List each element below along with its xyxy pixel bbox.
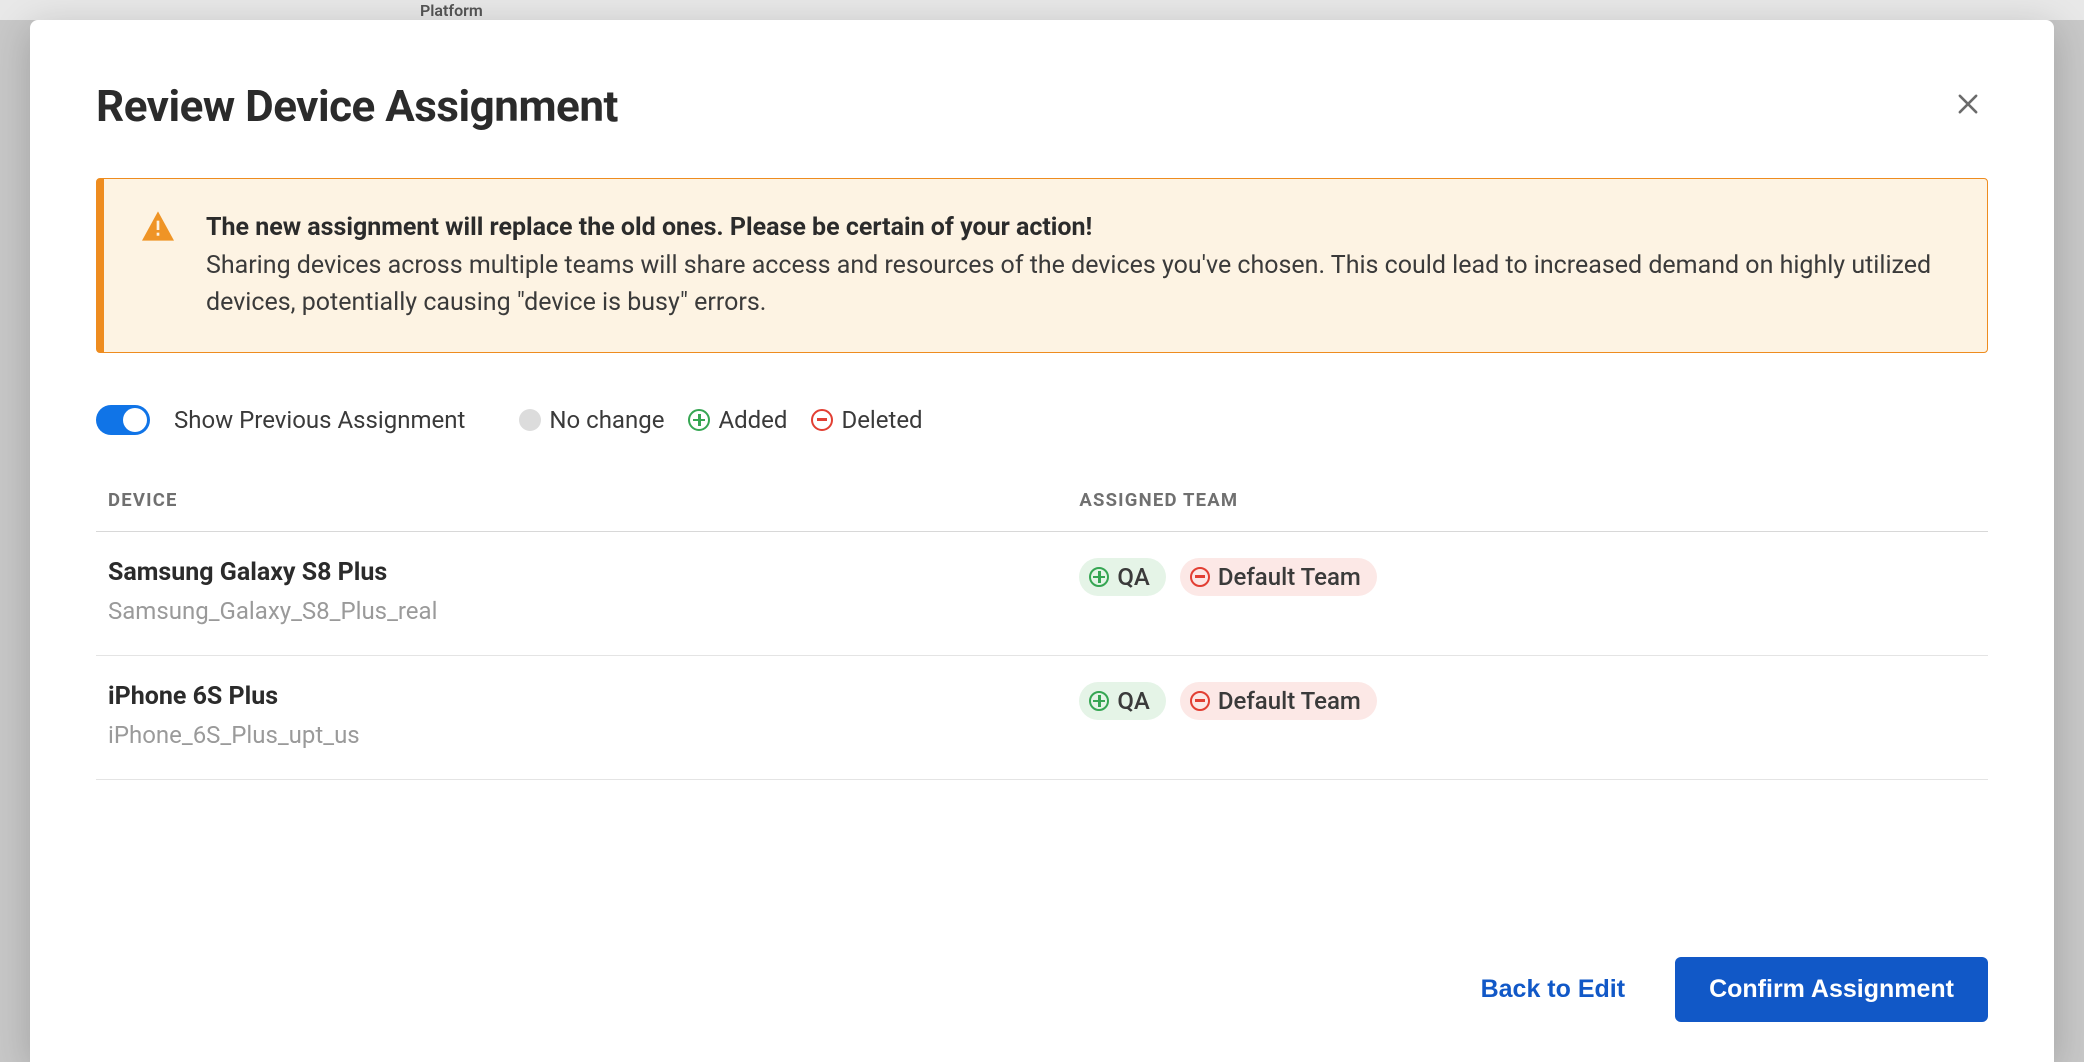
legend-added: Added <box>688 406 787 434</box>
close-icon <box>1954 90 1982 118</box>
confirm-assignment-button[interactable]: Confirm Assignment <box>1675 957 1988 1022</box>
legend-deleted: Deleted <box>811 406 922 434</box>
table-row: iPhone 6S Plus iPhone_6S_Plus_upt_us QA … <box>96 656 1988 780</box>
no-change-icon <box>519 409 541 431</box>
team-badge-added: QA <box>1079 682 1165 720</box>
minus-circle-icon <box>1190 691 1210 711</box>
alert-body: Sharing devices across multiple teams wi… <box>206 251 1931 318</box>
toggle-label: Show Previous Assignment <box>174 406 465 434</box>
close-button[interactable] <box>1948 84 1988 127</box>
plus-circle-icon <box>1089 567 1109 587</box>
device-cell: Samsung Galaxy S8 Plus Samsung_Galaxy_S8… <box>108 558 1079 625</box>
device-cell: iPhone 6S Plus iPhone_6S_Plus_upt_us <box>108 682 1079 749</box>
plus-circle-icon <box>1089 691 1109 711</box>
team-cell: QA Default Team <box>1079 682 1976 749</box>
alert-title: The new assignment will replace the old … <box>206 213 1092 242</box>
device-id: iPhone_6S_Plus_upt_us <box>108 721 1079 749</box>
device-name: Samsung Galaxy S8 Plus <box>108 558 1079 587</box>
warning-icon <box>142 211 174 322</box>
col-header-team: Assigned Team <box>1079 489 1976 511</box>
review-assignment-modal: Review Device Assignment The new assignm… <box>30 20 2054 1062</box>
alert-content: The new assignment will replace the old … <box>206 209 1947 322</box>
team-badge-added: QA <box>1079 558 1165 596</box>
modal-footer: Back to Edit Confirm Assignment <box>96 897 1988 1022</box>
table-header: Device Assigned Team <box>96 479 1988 532</box>
col-header-device: Device <box>108 489 1079 511</box>
legend-row: Show Previous Assignment No change Added… <box>96 405 1988 435</box>
team-badge-deleted: Default Team <box>1180 558 1377 596</box>
app-header-backdrop: Platform <box>0 0 2084 20</box>
team-cell: QA Default Team <box>1079 558 1976 625</box>
back-to-edit-button[interactable]: Back to Edit <box>1475 961 1631 1018</box>
table-row: Samsung Galaxy S8 Plus Samsung_Galaxy_S8… <box>96 532 1988 656</box>
modal-title: Review Device Assignment <box>96 80 618 132</box>
modal-header: Review Device Assignment <box>96 80 1988 132</box>
legend-no-change: No change <box>519 406 664 434</box>
minus-circle-icon <box>811 409 833 431</box>
assignment-table: Device Assigned Team Samsung Galaxy S8 P… <box>96 479 1988 780</box>
device-name: iPhone 6S Plus <box>108 682 1079 711</box>
show-previous-toggle[interactable] <box>96 405 150 435</box>
warning-alert: The new assignment will replace the old … <box>96 178 1988 353</box>
team-badge-deleted: Default Team <box>1180 682 1377 720</box>
minus-circle-icon <box>1190 567 1210 587</box>
plus-circle-icon <box>688 409 710 431</box>
device-id: Samsung_Galaxy_S8_Plus_real <box>108 597 1079 625</box>
